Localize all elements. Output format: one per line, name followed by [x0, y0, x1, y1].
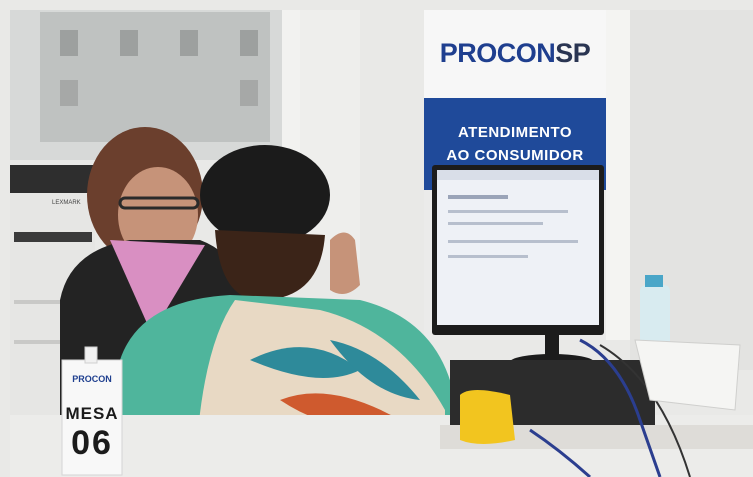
- visitor-hair: [200, 145, 330, 245]
- desk-sign-number: 06: [71, 424, 113, 462]
- printer-brand: LEXMARK: [52, 200, 81, 206]
- photo-scene: PROCONSP ATENDIMENTO AO CONSUMIDOR LEXMA…: [0, 0, 753, 477]
- logo-sp: SP: [555, 38, 591, 68]
- glasses-case: [460, 390, 515, 444]
- papers: [634, 339, 741, 411]
- monitor-screen: [437, 170, 599, 325]
- logo-procon: PROCON: [439, 38, 556, 68]
- desk-sign-label: MESA: [65, 404, 119, 423]
- desk-sign-logo: PROCON: [72, 374, 112, 384]
- banner-line-2: AO CONSUMIDOR: [446, 147, 584, 164]
- procon-logo: PROCONSP: [424, 38, 606, 69]
- banner-line-1: ATENDIMENTO: [457, 124, 573, 141]
- pillar: [605, 10, 630, 340]
